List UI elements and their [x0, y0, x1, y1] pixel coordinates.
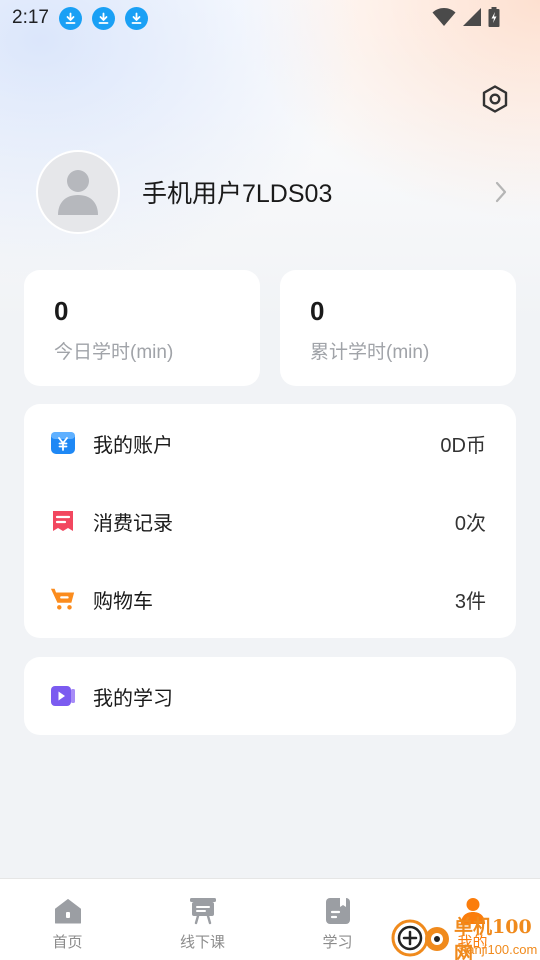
menu-item-account-value: 0D币 — [440, 434, 486, 457]
menu-item-cart-label: 购物车 — [93, 590, 153, 613]
username: 手机用户7LDS03 — [142, 180, 333, 208]
watermark-url: danji100.com — [460, 942, 538, 957]
menu-item-my-study[interactable]: 我的学习 — [24, 657, 516, 735]
receipt-icon — [50, 508, 76, 534]
watermark: 单机100网 danji100.com — [390, 912, 540, 960]
tab-study[interactable]: 学习 — [270, 879, 405, 960]
account-menu-card: 我的账户 0D币 消费记录 0次 购物车 3件 — [24, 404, 516, 638]
menu-item-my-study-label: 我的学习 — [93, 687, 173, 710]
menu-item-cart-value: 3件 — [454, 590, 486, 613]
tab-home-label: 首页 — [52, 934, 83, 951]
today-study-time-value: 0 — [54, 296, 69, 326]
wifi-icon — [432, 8, 456, 26]
watermark-logo-icon — [391, 919, 449, 957]
classroom-icon — [188, 897, 218, 925]
status-bar: 2:17 — [0, 0, 540, 36]
today-study-time-card: 0 今日学时(min) — [24, 270, 260, 386]
status-icons — [432, 7, 500, 27]
settings-hexagon-icon — [482, 85, 508, 113]
download-icon — [124, 6, 148, 30]
menu-item-cart[interactable]: 购物车 3件 — [24, 560, 516, 638]
total-study-time-label: 累计学时(min) — [310, 342, 430, 363]
wallet-yen-icon — [50, 430, 76, 456]
menu-item-account-label: 我的账户 — [93, 434, 173, 457]
status-time: 2:17 — [12, 7, 49, 28]
profile-row[interactable]: 手机用户7LDS03 — [36, 150, 516, 234]
study-card: 我的学习 — [24, 657, 516, 735]
menu-item-account[interactable]: 我的账户 0D币 — [24, 404, 516, 482]
download-icon — [58, 6, 82, 30]
default-avatar-icon — [58, 170, 98, 215]
total-study-time-card: 0 累计学时(min) — [280, 270, 516, 386]
home-icon — [53, 897, 83, 925]
tab-home[interactable]: 首页 — [0, 879, 135, 960]
download-icon — [91, 6, 115, 30]
total-study-time-value: 0 — [310, 296, 325, 326]
tab-offline-class-label: 线下课 — [179, 934, 225, 951]
menu-item-consumption[interactable]: 消费记录 0次 — [24, 482, 516, 560]
tab-offline-class[interactable]: 线下课 — [135, 879, 270, 960]
battery-charging-icon — [488, 7, 500, 27]
book-icon — [323, 897, 353, 925]
cart-icon — [50, 586, 76, 612]
signal-icon — [463, 8, 481, 26]
avatar[interactable] — [36, 150, 120, 234]
tab-study-label: 学习 — [322, 934, 353, 951]
today-study-time-label: 今日学时(min) — [54, 342, 174, 363]
menu-item-consumption-value: 0次 — [454, 512, 486, 535]
settings-button[interactable] — [478, 82, 512, 116]
chevron-right-icon — [495, 181, 507, 203]
play-video-icon — [50, 683, 76, 709]
menu-item-consumption-label: 消费记录 — [93, 512, 173, 535]
